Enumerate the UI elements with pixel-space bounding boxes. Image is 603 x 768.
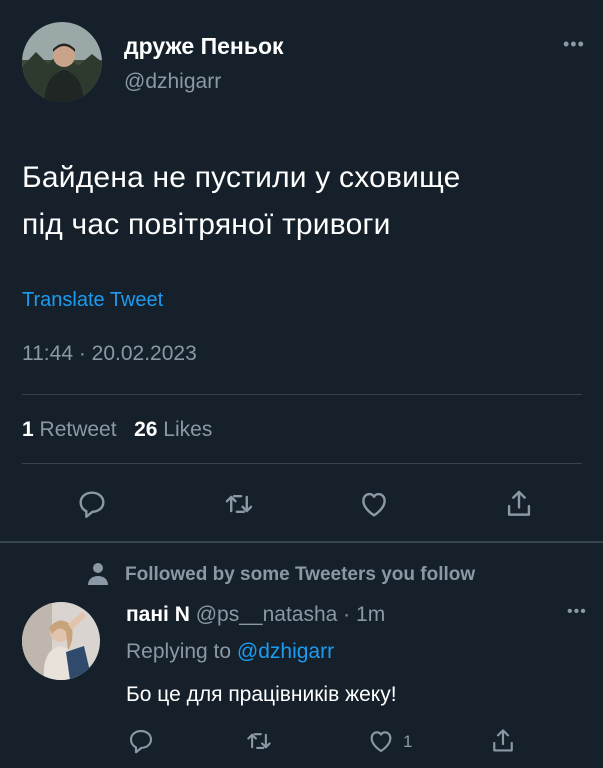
time-separator: · [343,603,351,626]
social-context-label: Followed by some Tweeters you follow [125,564,476,585]
reply-time[interactable]: 1m [356,603,385,626]
like-count: 26 [134,418,158,441]
tweet-stats: 1 Retweet 26 Likes [22,418,212,442]
replying-to: Replying to @dzhigarr [126,640,334,664]
tweet-text-line-1: Байдена не пустили у сховище [22,161,461,194]
reply-more-options-icon[interactable]: ••• [567,603,587,621]
likes-label: Likes [163,418,213,441]
reply-author-handle[interactable]: @ps__natasha [196,603,338,626]
replying-to-handle[interactable]: @dzhigarr [237,640,334,663]
tweet-actions [0,480,603,528]
divider [22,394,582,395]
share-icon[interactable] [488,726,518,756]
tweet-text: Байдена не пустили у сховище під час пов… [22,154,582,248]
reply-icon[interactable] [75,487,109,521]
translate-tweet-link[interactable]: Translate Tweet [22,289,163,312]
replying-to-prefix: Replying to [126,640,232,663]
author-name[interactable]: друже Пеньок [124,33,284,60]
like-icon[interactable] [366,726,396,756]
like-icon[interactable] [357,487,391,521]
reply-author-name[interactable]: пані N [126,603,190,626]
more-options-icon[interactable]: ••• [563,34,585,55]
retweets-stat[interactable]: 1 Retweet [22,418,117,441]
author-handle[interactable]: @dzhigarr [124,70,221,94]
divider [22,463,582,464]
likes-stat[interactable]: 26 Likes [134,418,212,441]
reply-icon[interactable] [126,726,156,756]
section-divider [0,541,603,543]
retweet-label: Retweet [39,418,117,441]
reply-author-avatar[interactable] [22,602,100,680]
share-icon[interactable] [502,487,536,521]
reply-header: пані N @ps__natasha · 1m [126,603,385,627]
reply-text: Бо це для працівників жеку! [126,683,397,706]
reply-like-count: 1 [403,732,413,751]
retweet-icon[interactable] [222,487,256,521]
tweet-text-line-2: під час повітряної тривоги [22,208,391,241]
tweet-timestamp[interactable]: 11:44 · 20.02.2023 [22,342,197,366]
reply-actions: 1 [0,722,603,762]
author-avatar[interactable] [22,22,102,102]
person-icon [88,563,108,585]
retweet-icon[interactable] [244,726,274,756]
retweet-count: 1 [22,418,34,441]
